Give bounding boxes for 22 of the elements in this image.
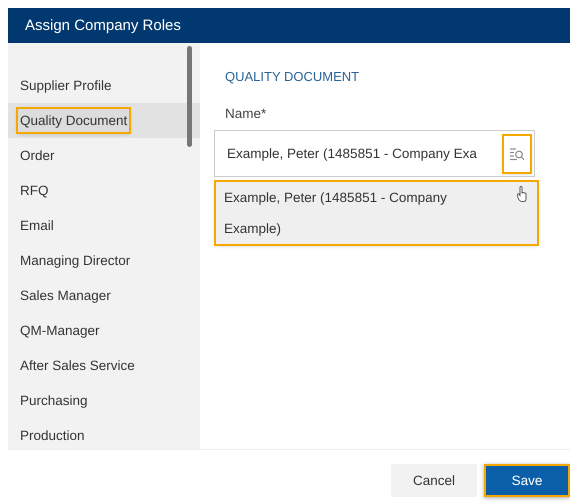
- suggestion-item[interactable]: Example, Peter (1485851 - Company Example): [216, 182, 537, 244]
- search-list-icon: [509, 146, 525, 160]
- section-title: QUALITY DOCUMENT: [225, 69, 360, 84]
- sidebar-item[interactable]: After Sales Service: [18, 354, 137, 377]
- sidebar-item[interactable]: Managing Director: [18, 249, 132, 272]
- sidebar-item[interactable]: Supplier Profile: [18, 74, 114, 97]
- field-label: Name*: [225, 106, 268, 121]
- sidebar-item[interactable]: Quality Document: [18, 109, 130, 132]
- sidebar-item[interactable]: Purchasing: [18, 389, 90, 412]
- window-title: Assign Company Roles: [25, 17, 181, 34]
- hand-cursor-icon: [517, 186, 529, 202]
- sidebar-item[interactable]: Sales Manager: [18, 284, 113, 307]
- sidebar-item[interactable]: Production: [18, 424, 87, 447]
- sidebar-item[interactable]: RFQ: [18, 179, 50, 202]
- scrollbar-thumb[interactable]: [187, 46, 192, 147]
- sidebar-item[interactable]: QM-Manager: [18, 319, 102, 342]
- search-button[interactable]: [504, 136, 530, 172]
- name-field[interactable]: Example, Peter (1485851 - Company Exa: [214, 130, 535, 177]
- cancel-button[interactable]: Cancel: [391, 464, 477, 497]
- sidebar-item[interactable]: Email: [18, 214, 56, 237]
- sidebar-item[interactable]: Order: [18, 144, 57, 167]
- save-button[interactable]: Save: [484, 464, 570, 497]
